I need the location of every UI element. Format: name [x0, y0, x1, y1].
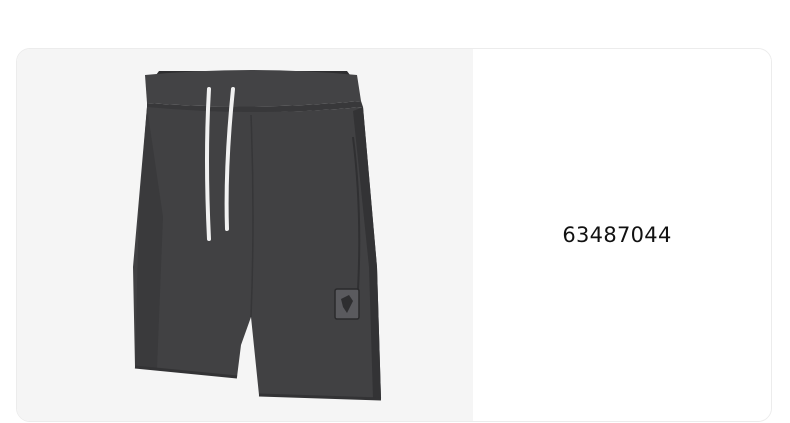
product-info: 63487044 [473, 49, 771, 421]
product-image[interactable] [17, 49, 473, 421]
product-card[interactable]: 63487044 [16, 48, 772, 422]
shorts-image [133, 70, 382, 401]
product-code: 63487044 [562, 223, 672, 247]
